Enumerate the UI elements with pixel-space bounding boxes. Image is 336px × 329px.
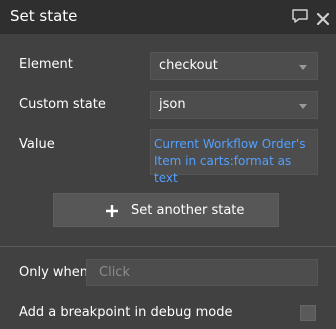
custom-state-value: json bbox=[159, 97, 186, 112]
panel-header: Set state bbox=[0, 0, 336, 34]
value-expression-line-2: Item in carts:format as text bbox=[154, 154, 292, 185]
value-expression-field[interactable]: Current Workflow Order's Item in carts:f… bbox=[150, 129, 318, 185]
comment-icon[interactable] bbox=[291, 8, 309, 28]
custom-state-dropdown[interactable]: json bbox=[150, 91, 318, 119]
breakpoint-label: Add a breakpoint in debug mode bbox=[19, 305, 233, 320]
set-state-panel: Set state Element checkout Custom state … bbox=[0, 0, 336, 329]
element-dropdown[interactable]: checkout bbox=[150, 52, 318, 80]
divider bbox=[0, 246, 336, 247]
close-icon[interactable] bbox=[316, 10, 330, 29]
only-when-placeholder: Click bbox=[99, 265, 130, 280]
value-label: Value bbox=[19, 137, 55, 152]
breakpoint-checkbox[interactable] bbox=[300, 305, 316, 321]
element-value: checkout bbox=[159, 58, 218, 73]
panel-title: Set state bbox=[10, 7, 78, 25]
only-when-condition-input[interactable]: Click bbox=[86, 259, 318, 286]
set-another-state-label: Set another state bbox=[131, 203, 245, 218]
value-expression[interactable]: Current Workflow Order's Item in carts:f… bbox=[154, 136, 317, 187]
chevron-down-icon bbox=[299, 104, 307, 109]
chevron-down-icon bbox=[299, 65, 307, 70]
custom-state-label: Custom state bbox=[19, 97, 106, 112]
element-label: Element bbox=[19, 57, 73, 72]
only-when-label: Only when bbox=[19, 265, 89, 280]
set-another-state-button[interactable]: Set another state bbox=[53, 193, 279, 227]
value-expression-line-1: Current Workflow Order's bbox=[154, 137, 306, 151]
plus-icon bbox=[105, 203, 119, 222]
